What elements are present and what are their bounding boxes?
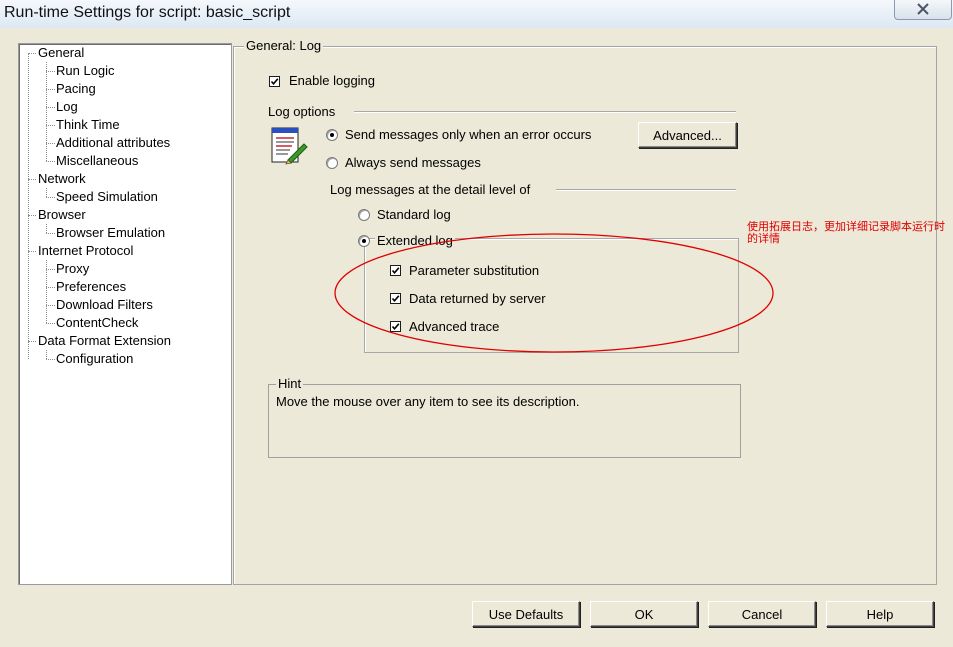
cancel-button[interactable]: Cancel bbox=[708, 601, 816, 627]
settings-tree[interactable]: General Run Logic Pacing Log Think Time … bbox=[18, 43, 232, 585]
enable-logging-label[interactable]: Enable logging bbox=[289, 73, 375, 88]
tree-item-run-logic[interactable]: Run Logic bbox=[56, 62, 115, 80]
standard-log-radio[interactable] bbox=[358, 209, 370, 221]
tree-item-browser-emulation[interactable]: Browser Emulation bbox=[56, 224, 165, 242]
tree-item-network[interactable]: Network bbox=[38, 170, 86, 188]
detail-level-heading: Log messages at the detail level of bbox=[330, 182, 531, 197]
tree-item-speed-simulation[interactable]: Speed Simulation bbox=[56, 188, 158, 206]
tree-item-think-time[interactable]: Think Time bbox=[56, 116, 120, 134]
always-send-radio[interactable] bbox=[326, 157, 338, 169]
tree-item-data-format-extension[interactable]: Data Format Extension bbox=[38, 332, 171, 350]
hint-text: Move the mouse over any item to see its … bbox=[276, 394, 580, 409]
detail-level-separator bbox=[556, 189, 736, 191]
log-document-icon bbox=[271, 127, 308, 165]
standard-log-label[interactable]: Standard log bbox=[377, 207, 451, 222]
close-icon bbox=[917, 3, 929, 15]
always-send-label[interactable]: Always send messages bbox=[345, 155, 481, 170]
advanced-button[interactable]: Advanced... bbox=[638, 122, 737, 148]
enable-logging-checkbox[interactable] bbox=[269, 76, 280, 87]
tree-item-preferences[interactable]: Preferences bbox=[56, 278, 126, 296]
tree-item-additional-attributes[interactable]: Additional attributes bbox=[56, 134, 170, 152]
tree-item-browser[interactable]: Browser bbox=[38, 206, 86, 224]
log-options-heading: Log options bbox=[268, 104, 336, 119]
annotation-ellipse bbox=[334, 233, 774, 353]
hint-title: Hint bbox=[276, 376, 304, 391]
annotation-note: 使用拓展日志，更加详细记录脚本运行时的详情 bbox=[747, 220, 945, 245]
help-button[interactable]: Help bbox=[826, 601, 934, 627]
close-button[interactable] bbox=[894, 0, 952, 20]
log-options-separator bbox=[354, 111, 736, 113]
tree-item-miscellaneous[interactable]: Miscellaneous bbox=[56, 152, 138, 170]
dialog-client: General Run Logic Pacing Log Think Time … bbox=[0, 28, 953, 647]
tree-item-internet-protocol[interactable]: Internet Protocol bbox=[38, 242, 133, 260]
ok-button[interactable]: OK bbox=[590, 601, 698, 627]
tree-item-configuration[interactable]: Configuration bbox=[56, 350, 133, 368]
tree-item-download-filters[interactable]: Download Filters bbox=[56, 296, 153, 314]
title-bar: Run-time Settings for script: basic_scri… bbox=[0, 0, 953, 28]
tree-item-proxy[interactable]: Proxy bbox=[56, 260, 89, 278]
send-on-error-label[interactable]: Send messages only when an error occurs bbox=[345, 127, 591, 142]
panel-title: General: Log bbox=[244, 38, 324, 53]
use-defaults-button[interactable]: Use Defaults bbox=[472, 601, 580, 627]
checkmark-icon bbox=[270, 78, 279, 86]
tree-item-log[interactable]: Log bbox=[56, 98, 78, 116]
tree-item-contentcheck[interactable]: ContentCheck bbox=[56, 314, 138, 332]
send-on-error-radio[interactable] bbox=[326, 129, 338, 141]
tree-item-pacing[interactable]: Pacing bbox=[56, 80, 96, 98]
window-title: Run-time Settings for script: basic_scri… bbox=[4, 4, 291, 21]
tree-item-general[interactable]: General bbox=[38, 44, 84, 62]
